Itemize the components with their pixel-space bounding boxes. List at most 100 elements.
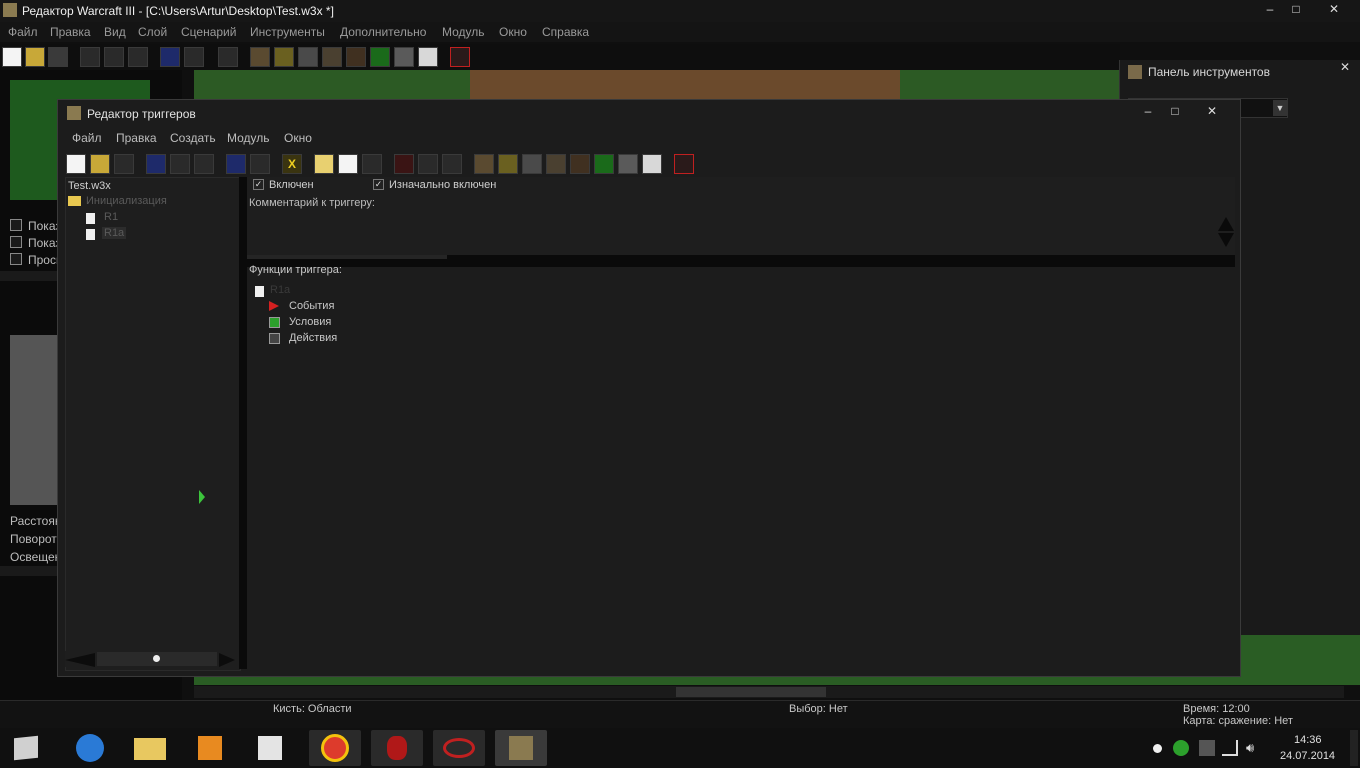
clock-time[interactable]: 14:36 <box>1294 734 1322 746</box>
volume-icon[interactable]: 🔊︎ <box>1246 740 1260 756</box>
select-icon[interactable] <box>218 47 238 67</box>
trig-unit-icon[interactable] <box>498 154 518 174</box>
trig-object-icon[interactable] <box>546 154 566 174</box>
trig-import-icon[interactable] <box>618 154 638 174</box>
map-scroll-thumb[interactable] <box>676 687 826 697</box>
trig-menu-module[interactable]: Модуль <box>227 131 270 145</box>
tray-network-status-icon[interactable] <box>1173 740 1189 756</box>
import-manager-icon[interactable] <box>394 47 414 67</box>
trig-sound-icon[interactable] <box>522 154 542 174</box>
new-icon[interactable] <box>2 47 22 67</box>
trig-test-map-icon[interactable] <box>674 154 694 174</box>
menu-file[interactable]: Файл <box>8 25 38 39</box>
trigger-close-button[interactable]: ✕ <box>1198 102 1226 122</box>
trig-menu-create[interactable]: Создать <box>170 131 216 145</box>
scroll-up-arrow-icon[interactable] <box>1218 217 1234 231</box>
terrain-palette-icon[interactable] <box>250 47 270 67</box>
scroll-left-arrow-icon[interactable] <box>65 653 95 667</box>
object-editor-icon[interactable] <box>322 47 342 67</box>
trig-menu-file[interactable]: Файл <box>72 131 102 145</box>
trig-terrain-icon[interactable] <box>474 154 494 174</box>
unit-palette-icon[interactable] <box>274 47 294 67</box>
conditions-node[interactable]: Условия <box>289 316 331 328</box>
menu-tools[interactable]: Инструменты <box>250 25 325 39</box>
tree-item-r1a[interactable]: R1a <box>102 227 127 239</box>
new-category-icon[interactable] <box>314 154 334 174</box>
chrome-icon[interactable] <box>309 730 361 766</box>
tray-dot-icon[interactable] <box>1153 744 1162 753</box>
new-action-icon[interactable] <box>442 154 462 174</box>
internet-explorer-icon[interactable] <box>64 730 116 766</box>
copy-icon[interactable] <box>104 47 124 67</box>
trig-new-icon[interactable] <box>66 154 86 174</box>
trig-cut-icon[interactable] <box>146 154 166 174</box>
ai-editor-icon[interactable] <box>370 47 390 67</box>
warcraft-editor-taskbar-icon[interactable] <box>495 730 547 766</box>
tools-panel-close-button[interactable]: ✕ <box>1340 60 1350 74</box>
undo-icon[interactable] <box>160 47 180 67</box>
trig-script-icon[interactable] <box>642 154 662 174</box>
save-icon[interactable] <box>48 47 68 67</box>
tree-category[interactable]: Инициализация <box>86 195 167 207</box>
trig-menu-edit[interactable]: Правка <box>116 131 157 145</box>
menu-edit[interactable]: Правка <box>50 25 91 39</box>
trig-undo-icon[interactable] <box>226 154 246 174</box>
comment-textarea[interactable] <box>247 211 1217 251</box>
tree-root[interactable]: Test.w3x <box>68 180 111 192</box>
script-editor-icon[interactable] <box>418 47 438 67</box>
maximize-button[interactable]: □ <box>1282 0 1310 20</box>
new-comment-icon[interactable] <box>362 154 382 174</box>
events-node[interactable]: События <box>289 300 334 312</box>
trigger-tree[interactable]: Test.w3x Инициализация R1 R1a <box>65 177 241 671</box>
trig-save-icon[interactable] <box>114 154 134 174</box>
tree-item-r1[interactable]: R1 <box>104 211 118 223</box>
menu-advanced[interactable]: Дополнительно <box>340 25 426 39</box>
menu-view[interactable]: Вид <box>104 25 126 39</box>
trig-campaign-icon[interactable] <box>570 154 590 174</box>
dropdown-arrow-icon[interactable]: ▼ <box>1273 100 1287 116</box>
actions-node[interactable]: Действия <box>289 332 337 344</box>
test-map-icon[interactable] <box>450 47 470 67</box>
show-checkbox-1[interactable] <box>10 219 22 231</box>
enabled-checkbox[interactable]: ✓ <box>253 179 264 190</box>
initially-enabled-checkbox[interactable]: ✓ <box>373 179 384 190</box>
trig-menu-window[interactable]: Окно <box>284 131 312 145</box>
signal-strength-icon[interactable] <box>1222 740 1238 756</box>
show-desktop-button[interactable] <box>1350 730 1358 766</box>
minimize-button[interactable]: – <box>1256 0 1284 20</box>
redo-icon[interactable] <box>184 47 204 67</box>
new-event-icon[interactable] <box>394 154 414 174</box>
cut-icon[interactable] <box>80 47 100 67</box>
menu-scenario[interactable]: Сценарий <box>181 25 236 39</box>
paste-icon[interactable] <box>128 47 148 67</box>
trig-copy-icon[interactable] <box>170 154 190 174</box>
properties-splitter[interactable] <box>247 255 1235 267</box>
tree-splitter[interactable] <box>239 177 247 669</box>
menu-module[interactable]: Модуль <box>442 25 485 39</box>
game-eye-icon[interactable] <box>433 730 485 766</box>
trigger-maximize-button[interactable]: □ <box>1161 102 1189 122</box>
open-icon[interactable] <box>25 47 45 67</box>
trig-open-icon[interactable] <box>90 154 110 174</box>
delete-icon[interactable]: X <box>282 154 302 174</box>
clock-date[interactable]: 24.07.2014 <box>1280 750 1335 762</box>
show-checkbox-2[interactable] <box>10 236 22 248</box>
preview-checkbox[interactable] <box>10 253 22 265</box>
media-player-icon[interactable] <box>184 730 236 766</box>
sound-editor-icon[interactable] <box>298 47 318 67</box>
menu-help[interactable]: Справка <box>542 25 589 39</box>
tray-flag-icon[interactable] <box>1199 740 1215 756</box>
trig-paste-icon[interactable] <box>194 154 214 174</box>
tree-horizontal-scrollbar[interactable] <box>65 651 239 667</box>
trig-redo-icon[interactable] <box>250 154 270 174</box>
trigger-minimize-button[interactable]: – <box>1134 102 1162 122</box>
tree-scroll-thumb[interactable] <box>97 652 217 666</box>
file-explorer-icon[interactable] <box>124 730 176 766</box>
paint-icon[interactable] <box>244 730 296 766</box>
windows-logo-icon[interactable] <box>14 735 38 761</box>
function-trigger-name[interactable]: R1a <box>270 284 290 296</box>
scroll-right-arrow-icon[interactable] <box>219 653 235 667</box>
campaign-editor-icon[interactable] <box>346 47 366 67</box>
close-button[interactable]: ✕ <box>1320 0 1348 20</box>
trig-ai-icon[interactable] <box>594 154 614 174</box>
